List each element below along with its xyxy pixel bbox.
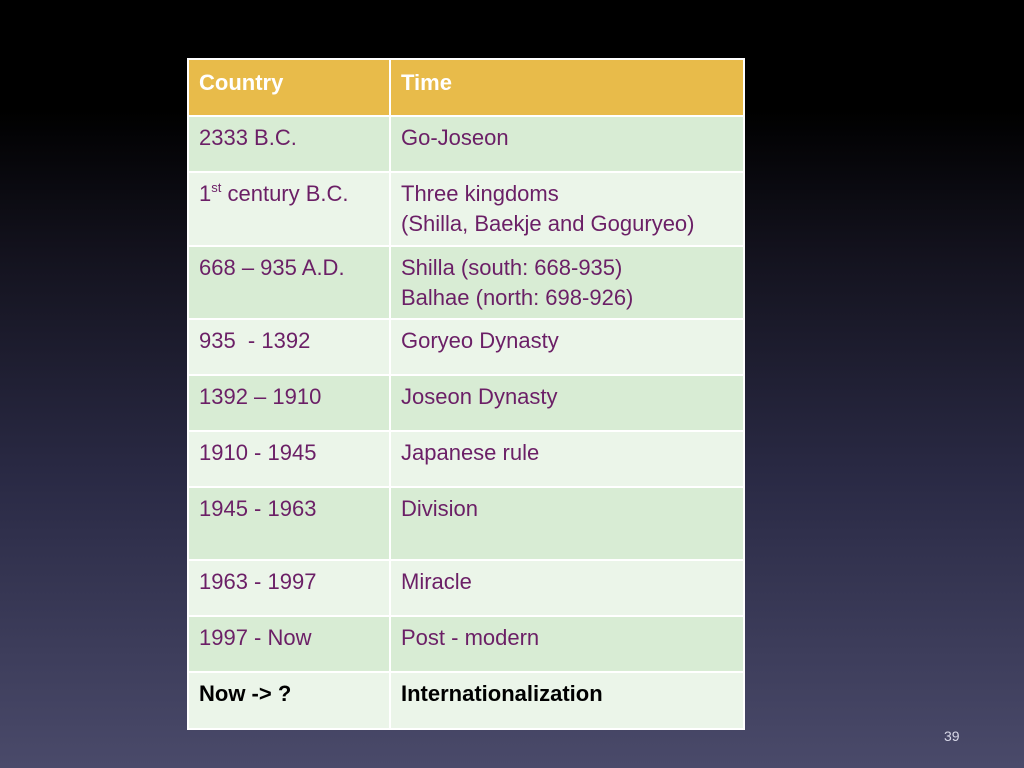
table-header-row: Country Time	[187, 58, 745, 117]
table-row: 1945 - 1963 Division	[187, 486, 745, 561]
table-row: 1963 - 1997 Miracle	[187, 559, 745, 617]
period-cell: 1997 - Now	[187, 615, 391, 673]
event-cell: Post - modern	[389, 615, 745, 673]
event-cell: Goryeo Dynasty	[389, 318, 745, 376]
event-line-1: Three kingdoms	[401, 181, 559, 206]
history-table: Country Time 2333 B.C. Go-Joseon 1st cen…	[187, 58, 745, 730]
event-line-1: Shilla (south: 668-935)	[401, 255, 623, 280]
period-cell: Now -> ?	[187, 671, 391, 730]
event-cell: Joseon Dynasty	[389, 374, 745, 432]
table-row: 1997 - Now Post - modern	[187, 615, 745, 673]
period-text: century B.C.	[221, 181, 349, 206]
table-row: 1st century B.C. Three kingdoms (Shilla, …	[187, 171, 745, 247]
period-cell: 1st century B.C.	[187, 171, 391, 247]
period-cell: 1963 - 1997	[187, 559, 391, 617]
period-cell: 1945 - 1963	[187, 486, 391, 561]
period-cell: 2333 B.C.	[187, 115, 391, 173]
period-cell: 935 - 1392	[187, 318, 391, 376]
header-country: Country	[187, 58, 391, 117]
header-time: Time	[389, 58, 745, 117]
period-cell: 1910 - 1945	[187, 430, 391, 488]
event-cell: Miracle	[389, 559, 745, 617]
period-number: 1	[199, 181, 212, 206]
table-row: Now -> ? Internationalization	[187, 671, 745, 730]
event-cell: Internationalization	[389, 671, 745, 730]
table-row: 668 – 935 A.D. Shilla (south: 668-935) Ba…	[187, 245, 745, 320]
period-cell: 1392 – 1910	[187, 374, 391, 432]
event-line-2: (Shilla, Baekje and Goguryeo)	[401, 211, 695, 236]
page-number: 39	[944, 728, 960, 744]
event-line-2: Balhae (north: 698-926)	[401, 285, 634, 310]
event-cell: Japanese rule	[389, 430, 745, 488]
event-cell: Three kingdoms (Shilla, Baekje and Gogury…	[389, 171, 745, 247]
table-row: 1392 – 1910 Joseon Dynasty	[187, 374, 745, 432]
table-row: 935 - 1392 Goryeo Dynasty	[187, 318, 745, 376]
event-cell: Shilla (south: 668-935) Balhae (north: 69…	[389, 245, 745, 320]
period-cell: 668 – 935 A.D.	[187, 245, 391, 320]
table-row: 1910 - 1945 Japanese rule	[187, 430, 745, 488]
event-cell: Division	[389, 486, 745, 561]
table-row: 2333 B.C. Go-Joseon	[187, 115, 745, 173]
ordinal-suffix: st	[211, 180, 222, 195]
event-cell: Go-Joseon	[389, 115, 745, 173]
